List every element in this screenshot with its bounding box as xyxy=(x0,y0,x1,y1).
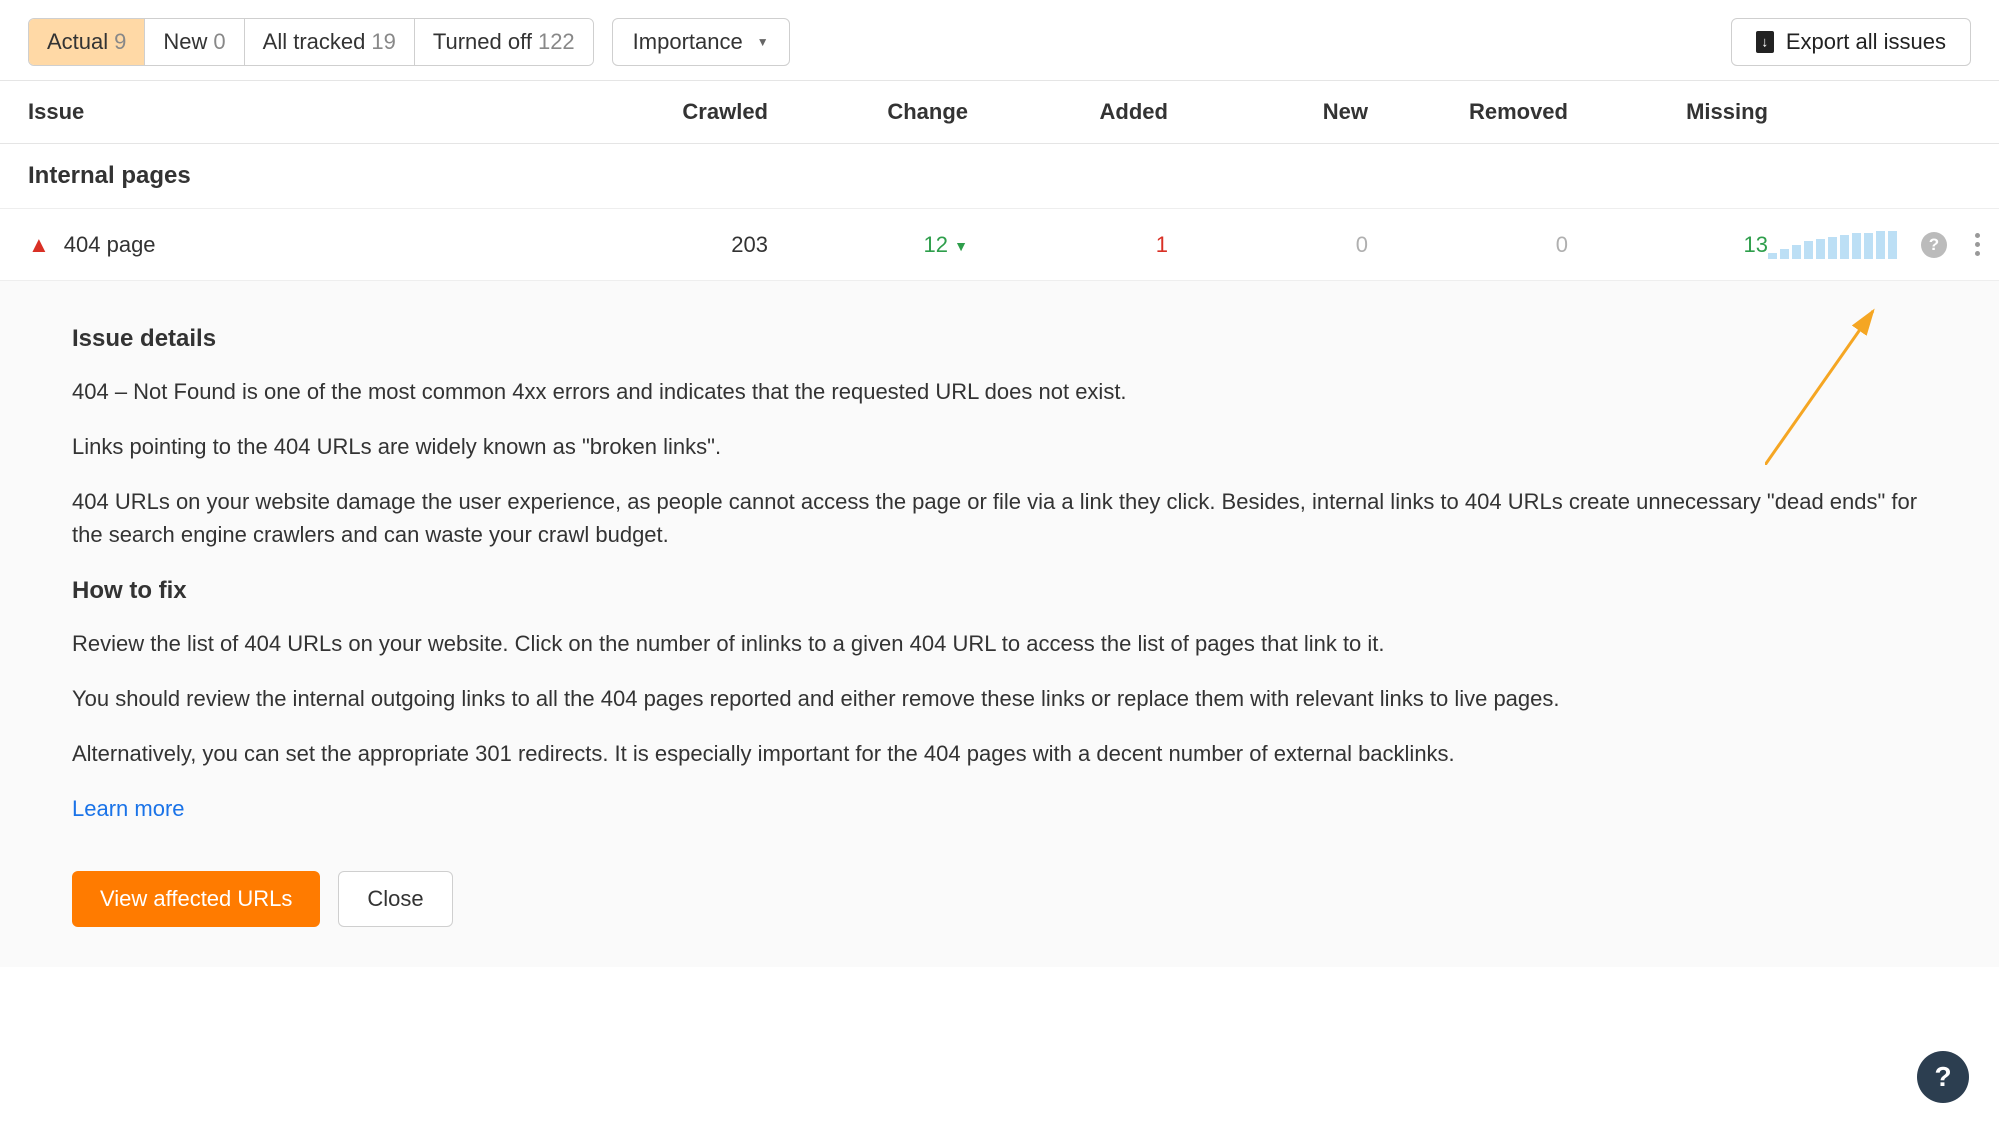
download-icon xyxy=(1756,31,1774,53)
tab-new-label: New xyxy=(163,29,207,55)
export-all-issues-button[interactable]: Export all issues xyxy=(1731,18,1971,66)
tab-turned-off-label: Turned off xyxy=(433,29,532,55)
trend-sparkline xyxy=(1768,231,1897,259)
row-menu-button[interactable] xyxy=(1971,229,1984,260)
issue-details-p2: Links pointing to the 404 URLs are widel… xyxy=(72,430,1927,463)
importance-label: Importance xyxy=(633,29,743,55)
col-crawled: Crawled xyxy=(568,99,768,125)
close-button[interactable]: Close xyxy=(338,871,452,927)
col-change: Change xyxy=(768,99,968,125)
issue-details-p1: 404 – Not Found is one of the most commo… xyxy=(72,375,1927,408)
tab-new[interactable]: New 0 xyxy=(145,19,244,65)
help-icon[interactable]: ? xyxy=(1921,232,1947,258)
cell-removed: 0 xyxy=(1368,232,1568,258)
col-removed: Removed xyxy=(1368,99,1568,125)
issue-name: 404 page xyxy=(64,232,156,258)
issue-details-p3: 404 URLs on your website damage the user… xyxy=(72,485,1927,551)
col-missing: Missing xyxy=(1568,99,1768,125)
issue-details-title: Issue details xyxy=(72,321,1927,357)
tab-actual[interactable]: Actual 9 xyxy=(29,19,145,65)
top-filter-bar: Actual 9 New 0 All tracked 19 Turned off… xyxy=(0,0,1999,81)
export-label: Export all issues xyxy=(1786,29,1946,55)
col-issue: Issue xyxy=(28,99,568,125)
tab-all-tracked[interactable]: All tracked 19 xyxy=(245,19,415,65)
table-header: Issue Crawled Change Added New Removed M… xyxy=(0,81,1999,144)
view-affected-urls-button[interactable]: View affected URLs xyxy=(72,871,320,927)
issue-details-panel: Issue details 404 – Not Found is one of … xyxy=(0,281,1999,967)
cell-new: 0 xyxy=(1168,232,1368,258)
cell-added: 1 xyxy=(968,232,1168,258)
how-to-fix-p1: Review the list of 404 URLs on your webs… xyxy=(72,627,1927,660)
section-internal-pages: Internal pages xyxy=(0,144,1999,209)
tab-new-count: 0 xyxy=(213,29,225,55)
issue-row-404-page[interactable]: ▲ 404 page 203 12 ▼ 1 0 0 13 ? xyxy=(0,209,1999,281)
global-help-button[interactable]: ? xyxy=(1917,1051,1969,1103)
error-icon: ▲ xyxy=(28,232,50,258)
tab-actual-label: Actual xyxy=(47,29,108,55)
cell-change: 12 ▼ xyxy=(768,232,968,258)
cell-crawled: 203 xyxy=(568,232,768,258)
how-to-fix-title: How to fix xyxy=(72,573,1927,609)
how-to-fix-p3: Alternatively, you can set the appropria… xyxy=(72,737,1927,770)
tab-actual-count: 9 xyxy=(114,29,126,55)
col-new: New xyxy=(1168,99,1368,125)
cell-missing: 13 xyxy=(1568,232,1768,258)
how-to-fix-p2: You should review the internal outgoing … xyxy=(72,682,1927,715)
learn-more-link[interactable]: Learn more xyxy=(72,796,185,821)
tab-all-tracked-count: 19 xyxy=(371,29,395,55)
tab-turned-off[interactable]: Turned off 122 xyxy=(415,19,593,65)
tab-turned-off-count: 122 xyxy=(538,29,575,55)
chevron-down-icon: ▼ xyxy=(757,35,769,49)
col-added: Added xyxy=(968,99,1168,125)
importance-dropdown[interactable]: Importance ▼ xyxy=(612,18,790,66)
tab-all-tracked-label: All tracked xyxy=(263,29,366,55)
status-tabs: Actual 9 New 0 All tracked 19 Turned off… xyxy=(28,18,594,66)
down-triangle-icon: ▼ xyxy=(954,238,968,254)
